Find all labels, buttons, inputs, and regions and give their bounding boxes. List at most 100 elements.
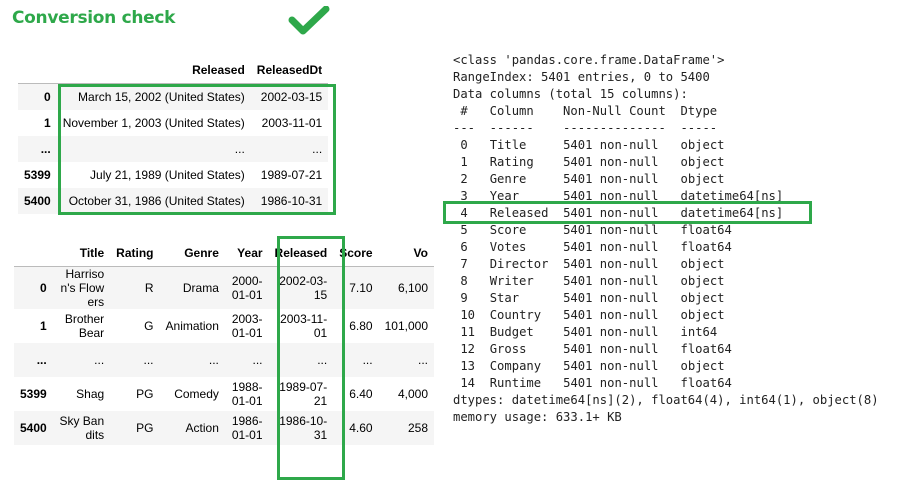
info-count: 5401 non-null xyxy=(563,155,659,169)
info-idx: 5 xyxy=(460,223,468,237)
table-cell: ... xyxy=(208,353,219,367)
info-column-row: 14 Runtime 5401 non-null float64 xyxy=(460,376,732,390)
checkmark-icon xyxy=(288,6,330,35)
table-header-row: Released ReleasedDt xyxy=(18,57,328,84)
table-cell: 1988-01-01 xyxy=(231,380,263,408)
table-cell: ... xyxy=(417,353,428,367)
table-cell: PG xyxy=(136,421,154,435)
dataframe-info-output: <class 'pandas.core.frame.DataFrame'> Ra… xyxy=(453,52,879,426)
info-line: --- ------ -------------- ----- xyxy=(453,121,718,135)
info-dtype: object xyxy=(680,291,725,305)
t1-col-header: ReleasedDt xyxy=(256,63,323,77)
page-title: Conversion check xyxy=(12,8,176,28)
info-line: dtypes: datetime64[ns](2), float64(4), i… xyxy=(453,393,879,407)
row-index: 1 xyxy=(40,319,47,333)
table-cell: 258 xyxy=(407,421,428,435)
info-column-row: 11 Budget 5401 non-null int64 xyxy=(460,325,717,339)
info-idx: 7 xyxy=(460,257,468,271)
t1-col-header: Released xyxy=(192,63,245,77)
info-dtype: float64 xyxy=(680,342,732,356)
table-cell: Comedy xyxy=(174,387,219,401)
row-index: 0 xyxy=(40,281,47,295)
info-idx: 6 xyxy=(460,240,468,254)
t2-col-header: Vo xyxy=(413,246,428,260)
info-dtype: object xyxy=(680,172,725,186)
info-idx: 8 xyxy=(460,274,468,288)
table-row: 1 Brother Bear G Animation 2003-01-01 2003-11… xyxy=(14,309,434,343)
info-count: 5401 non-null xyxy=(563,138,659,152)
table-cell: Brother Bear xyxy=(64,312,105,340)
info-line: RangeIndex: 5401 entries, 0 to 5400 xyxy=(453,70,710,84)
row-index: ... xyxy=(36,353,47,367)
info-dtype: object xyxy=(680,155,725,169)
info-name: Votes xyxy=(489,240,527,254)
dataframe-preview-container[interactable]: Title Rating Genre Year Released Score Vo 0 Har… xyxy=(14,240,434,472)
table-cell: Sky Bandits xyxy=(59,414,105,442)
info-idx: 0 xyxy=(460,138,468,152)
info-idx: 1 xyxy=(460,155,468,169)
info-dtype: object xyxy=(680,138,725,152)
table-cell: 2003-01-01 xyxy=(231,312,263,340)
table-cell: 4,000 xyxy=(397,387,428,401)
table-cell: ... xyxy=(252,353,263,367)
info-line: <class 'pandas.core.frame.DataFrame'> xyxy=(453,53,725,67)
table-cell: 101,000 xyxy=(384,319,428,333)
info-column-row: 1 Rating 5401 non-null object xyxy=(460,155,724,169)
table-cell: R xyxy=(144,281,154,295)
table-cell: 2000-01-01 xyxy=(231,274,263,302)
row-index: 5400 xyxy=(24,193,51,208)
table-cell: Action xyxy=(185,421,219,435)
info-count: 5401 non-null xyxy=(563,257,659,271)
row-index: ... xyxy=(40,141,51,156)
table-header-row: Title Rating Genre Year Released Score Vo xyxy=(14,240,434,267)
info-dtype: object xyxy=(680,308,725,322)
info-name: Rating xyxy=(489,155,534,169)
info-idx: 12 xyxy=(460,342,476,356)
table-cell: G xyxy=(144,319,154,333)
info-idx: 2 xyxy=(460,172,468,186)
released-columns-highlight xyxy=(58,84,336,215)
dataframe-preview-table: Title Rating Genre Year Released Score Vo 0 Har… xyxy=(14,240,434,445)
info-name: Gross xyxy=(489,342,527,356)
info-dtype: object xyxy=(680,359,725,373)
info-name: Director xyxy=(489,257,549,271)
row-index: 5399 xyxy=(24,167,51,182)
row-index: 5400 xyxy=(20,421,47,435)
info-column-row: 7 Director 5401 non-null object xyxy=(460,257,724,271)
info-line: # Column Non-Null Count Dtype xyxy=(453,104,718,118)
table-cell: Drama xyxy=(182,281,219,295)
table-cell: Harrison's Flowers xyxy=(60,267,105,309)
info-idx: 9 xyxy=(460,291,468,305)
table-row: 5399 Shag PG Comedy 1988-01-01 1989-07-21 6.40… xyxy=(14,377,434,411)
t1-col-header xyxy=(18,57,57,84)
row-index: 1 xyxy=(44,115,51,130)
table-row: ........................ xyxy=(14,343,434,377)
t2-col-header: Year xyxy=(237,246,263,260)
info-name: Writer xyxy=(489,274,534,288)
info-count: 5401 non-null xyxy=(563,342,659,356)
table-cell: Animation xyxy=(165,319,219,333)
released-column-highlight xyxy=(277,236,345,480)
table-cell: Shag xyxy=(76,387,105,401)
table-cell: 1986-01-01 xyxy=(231,414,263,442)
info-dtype: float64 xyxy=(680,240,732,254)
info-count: 5401 non-null xyxy=(563,376,659,390)
info-column-row: 0 Title 5401 non-null object xyxy=(460,138,724,152)
info-line: Data columns (total 15 columns): xyxy=(453,87,688,101)
info-name: Score xyxy=(489,223,527,237)
info-count: 5401 non-null xyxy=(563,172,659,186)
info-name: Runtime xyxy=(489,376,542,390)
info-column-row: 9 Star 5401 non-null object xyxy=(460,291,724,305)
row-index: 0 xyxy=(44,89,51,104)
table-cell: ... xyxy=(94,353,105,367)
info-dtype: float64 xyxy=(680,376,732,390)
table-cell: 6,100 xyxy=(397,281,428,295)
info-dtype: object xyxy=(680,274,725,288)
t2-col-header xyxy=(14,240,53,267)
info-column-row: 8 Writer 5401 non-null object xyxy=(460,274,724,288)
table-cell: ... xyxy=(143,353,154,367)
table-cell: PG xyxy=(136,387,154,401)
table-row: 0 Harrison's Flowers R Drama 2000-01-01 2002-… xyxy=(14,266,434,309)
t2-col-header: Rating xyxy=(116,246,154,260)
info-name: Title xyxy=(489,138,527,152)
